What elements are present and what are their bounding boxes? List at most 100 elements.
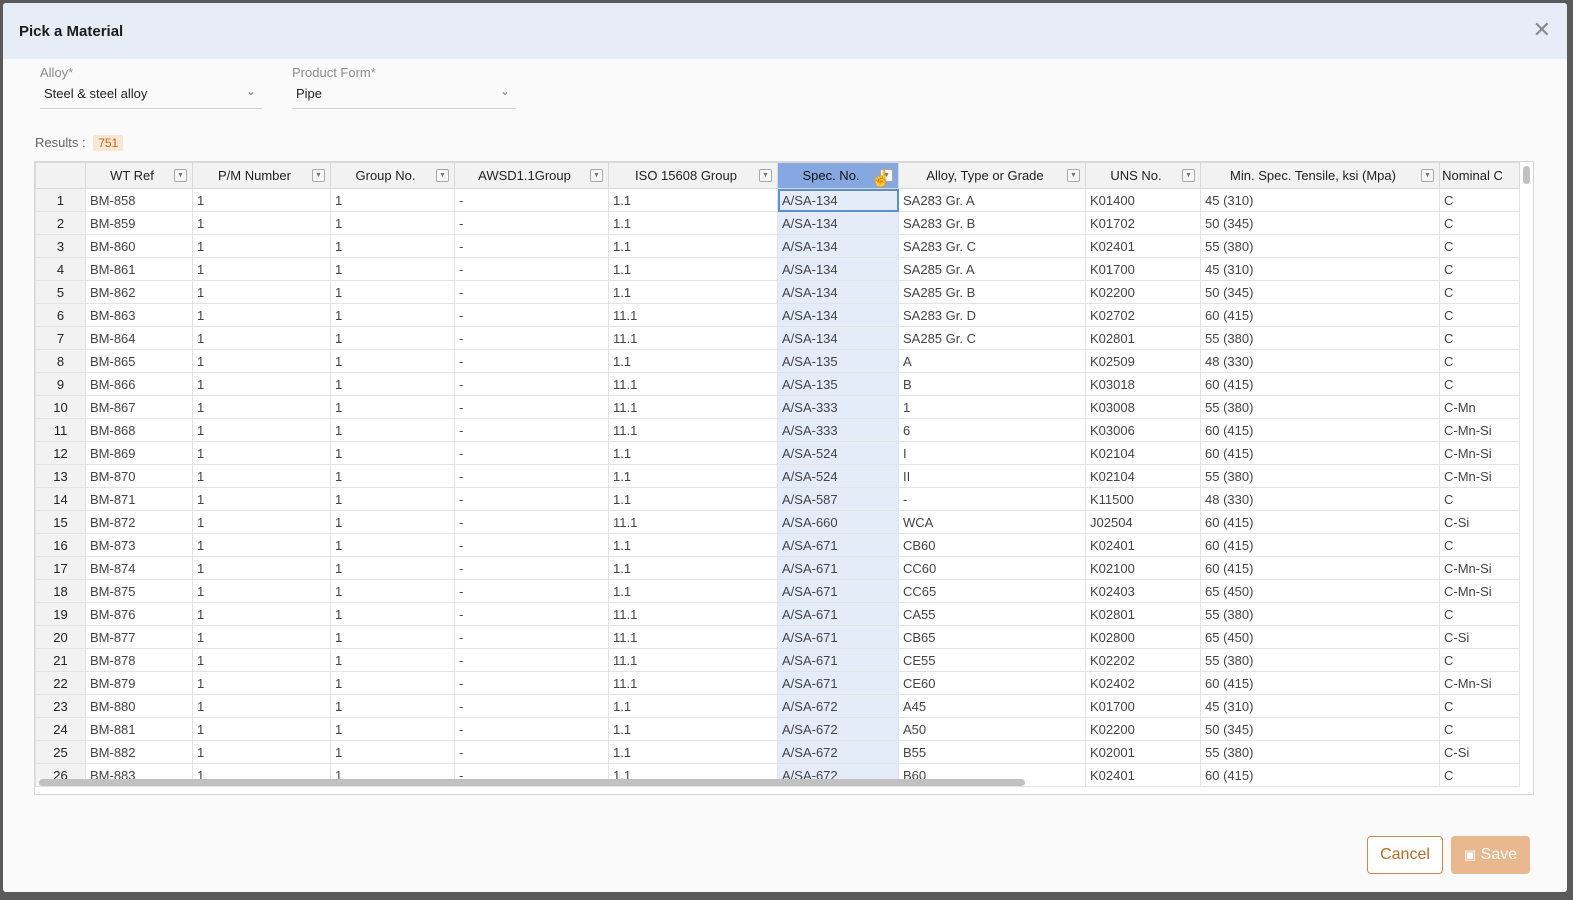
- table-cell[interactable]: K02801: [1085, 326, 1201, 350]
- table-cell[interactable]: 1: [192, 349, 331, 373]
- table-cell[interactable]: A/SA-672: [777, 717, 899, 741]
- table-cell[interactable]: CE55: [898, 648, 1086, 672]
- table-cell[interactable]: A/SA-134: [777, 303, 899, 327]
- table-cell[interactable]: K02001: [1085, 740, 1201, 764]
- table-cell[interactable]: A/SA-671: [777, 556, 899, 580]
- column-header-group-no-[interactable]: Group No. ▼: [330, 162, 455, 189]
- table-cell[interactable]: A/SA-671: [777, 648, 899, 672]
- table-cell[interactable]: K02401: [1085, 234, 1201, 258]
- table-row[interactable]: 14 BM-871 1 1-1.1 A/SA-587- K11500 48 (330) C: [35, 487, 1520, 511]
- filter-icon[interactable]: ▼: [590, 169, 603, 182]
- alloy-select[interactable]: Alloy* Steel & steel alloy ⌄: [40, 65, 262, 109]
- table-cell[interactable]: 1: [192, 464, 331, 488]
- table-cell[interactable]: -: [454, 326, 609, 350]
- table-cell[interactable]: 60 (415): [1200, 763, 1440, 787]
- table-cell[interactable]: 1.1: [608, 188, 778, 212]
- table-cell[interactable]: A50: [898, 717, 1086, 741]
- table-cell[interactable]: 1: [330, 418, 455, 442]
- chevron-down-icon[interactable]: ⌄: [500, 84, 510, 98]
- table-cell[interactable]: A/SA-333: [777, 395, 899, 419]
- table-cell[interactable]: 11.1: [608, 510, 778, 534]
- table-cell[interactable]: BM-879: [85, 671, 193, 695]
- table-cell[interactable]: BM-882: [85, 740, 193, 764]
- table-row[interactable]: 12 BM-869 1 1-1.1 A/SA-524 I K02104 60 (415) C-M…: [35, 441, 1520, 465]
- filter-icon[interactable]: ▼: [174, 169, 187, 182]
- table-cell[interactable]: 1: [192, 533, 331, 557]
- table-cell[interactable]: 1: [330, 326, 455, 350]
- table-cell[interactable]: SA283 Gr. C: [898, 234, 1086, 258]
- table-cell[interactable]: 1.1: [608, 234, 778, 258]
- table-cell[interactable]: 55 (380): [1200, 326, 1440, 350]
- table-cell[interactable]: BM-868: [85, 418, 193, 442]
- product-form-value-box[interactable]: Pipe ⌄: [292, 84, 516, 109]
- table-cell[interactable]: 1: [330, 533, 455, 557]
- table-cell[interactable]: SA283 Gr. D: [898, 303, 1086, 327]
- table-cell[interactable]: CA55: [898, 602, 1086, 626]
- table-cell[interactable]: 1: [330, 579, 455, 603]
- table-cell[interactable]: BM-873: [85, 533, 193, 557]
- table-cell[interactable]: A/SA-134: [777, 257, 899, 281]
- column-header-min-spec-tensile-ksi-mpa-[interactable]: Min. Spec. Tensile, ksi (Mpa) ▼: [1200, 162, 1440, 189]
- table-cell[interactable]: -: [454, 671, 609, 695]
- table-cell[interactable]: C-Mn-Si: [1439, 464, 1520, 488]
- alloy-value-box[interactable]: Steel & steel alloy ⌄: [40, 84, 262, 109]
- table-row[interactable]: 23 BM-880 1 1-1.1 A/SA-672 A45 K01700 45 (310) C: [35, 694, 1520, 718]
- table-cell[interactable]: K11500: [1085, 487, 1201, 511]
- table-cell[interactable]: 1: [192, 441, 331, 465]
- table-cell[interactable]: C: [1439, 188, 1520, 212]
- table-cell[interactable]: 60 (415): [1200, 510, 1440, 534]
- table-row[interactable]: 22 BM-879 1 1-11.1 A/SA-671 CE60 K02402 60 (415…: [35, 671, 1520, 695]
- filter-icon[interactable]: ▼: [1182, 169, 1195, 182]
- table-cell[interactable]: C-Mn-Si: [1439, 418, 1520, 442]
- column-header-wt-ref[interactable]: WT Ref ▼: [85, 162, 193, 189]
- table-cell[interactable]: 1: [330, 740, 455, 764]
- column-header-awsd1-1group[interactable]: AWSD1.1Group ▼: [454, 162, 609, 189]
- table-cell[interactable]: 11.1: [608, 372, 778, 396]
- table-cell[interactable]: BM-865: [85, 349, 193, 373]
- table-cell[interactable]: 1: [330, 648, 455, 672]
- table-cell[interactable]: 11.1: [608, 671, 778, 695]
- table-cell[interactable]: 1: [330, 602, 455, 626]
- table-cell[interactable]: A: [898, 349, 1086, 373]
- table-cell[interactable]: C-Si: [1439, 740, 1520, 764]
- table-cell[interactable]: A/SA-671: [777, 671, 899, 695]
- table-cell[interactable]: K01400: [1085, 188, 1201, 212]
- table-cell[interactable]: C: [1439, 487, 1520, 511]
- table-cell[interactable]: BM-869: [85, 441, 193, 465]
- table-cell[interactable]: K03008: [1085, 395, 1201, 419]
- table-cell[interactable]: 1: [192, 303, 331, 327]
- table-cell[interactable]: -: [454, 602, 609, 626]
- vertical-scrollbar[interactable]: [1523, 166, 1530, 184]
- table-cell[interactable]: C: [1439, 257, 1520, 281]
- table-cell[interactable]: 48 (330): [1200, 487, 1440, 511]
- table-cell[interactable]: A45: [898, 694, 1086, 718]
- table-cell[interactable]: A/SA-135: [777, 372, 899, 396]
- table-cell[interactable]: BM-874: [85, 556, 193, 580]
- table-cell[interactable]: J02504: [1085, 510, 1201, 534]
- table-cell[interactable]: 1: [192, 326, 331, 350]
- table-cell[interactable]: 1: [330, 487, 455, 511]
- table-cell[interactable]: 1: [192, 257, 331, 281]
- table-cell[interactable]: K01700: [1085, 257, 1201, 281]
- table-cell[interactable]: 60 (415): [1200, 418, 1440, 442]
- table-cell[interactable]: BM-871: [85, 487, 193, 511]
- table-cell[interactable]: BM-876: [85, 602, 193, 626]
- table-cell[interactable]: 1.1: [608, 211, 778, 235]
- table-cell[interactable]: A/SA-333: [777, 418, 899, 442]
- close-icon[interactable]: ✕: [1533, 19, 1551, 41]
- table-cell[interactable]: 1: [192, 556, 331, 580]
- table-cell[interactable]: CC65: [898, 579, 1086, 603]
- table-cell[interactable]: -: [454, 717, 609, 741]
- table-cell[interactable]: K02403: [1085, 579, 1201, 603]
- table-cell[interactable]: 55 (380): [1200, 740, 1440, 764]
- table-cell[interactable]: A/SA-134: [777, 234, 899, 258]
- table-cell[interactable]: 1: [192, 211, 331, 235]
- table-cell[interactable]: 1.1: [608, 740, 778, 764]
- table-row[interactable]: 20 BM-877 1 1-11.1 A/SA-671 CB65 K02800 65 (450…: [35, 625, 1520, 649]
- table-cell[interactable]: 60 (415): [1200, 671, 1440, 695]
- table-cell[interactable]: CB65: [898, 625, 1086, 649]
- table-cell[interactable]: -: [454, 188, 609, 212]
- table-row[interactable]: 21 BM-878 1 1-11.1 A/SA-671 CE55 K02202 55 (380…: [35, 648, 1520, 672]
- table-row[interactable]: 15 BM-872 1 1-11.1 A/SA-660 WCA J02504 60 (415)…: [35, 510, 1520, 534]
- table-row[interactable]: 3 BM-860 1 1-1.1 A/SA-134 SA283 Gr. C K02401 55…: [35, 234, 1520, 258]
